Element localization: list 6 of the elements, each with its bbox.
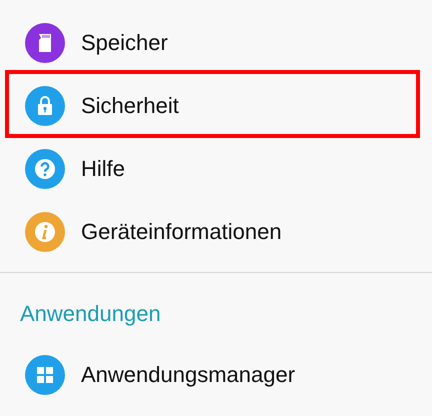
settings-item[interactable]: Hilfe: [81, 156, 126, 182]
settings-item[interactable]: Sicherheit: [81, 92, 179, 118]
settings-item[interactable]: Geräteinformationen: [81, 218, 282, 244]
settings-item[interactable]: Anwendungsmanager: [81, 362, 296, 388]
settings-item[interactable]: Speicher: [81, 30, 168, 56]
section-header: Anwendungen: [19, 300, 162, 328]
